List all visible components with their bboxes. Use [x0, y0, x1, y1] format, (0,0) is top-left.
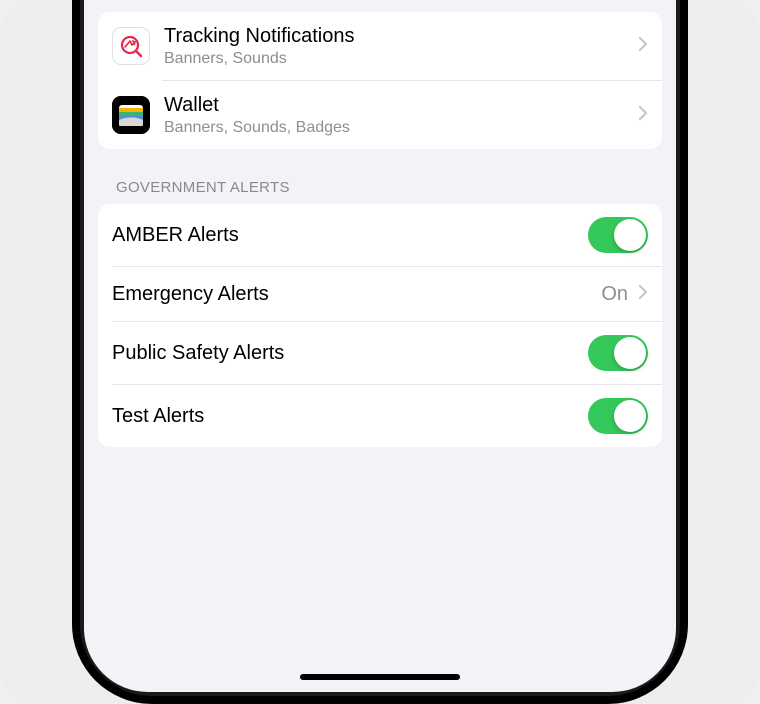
phone-screen: Tracking Notifications Banners, Sounds [84, 0, 676, 692]
public-safety-alerts-toggle[interactable] [588, 335, 648, 371]
settings-content: Tracking Notifications Banners, Sounds [84, 12, 676, 692]
emergency-alerts-label: Emergency Alerts [112, 283, 591, 306]
chevron-right-icon [638, 36, 648, 57]
test-alerts-label: Test Alerts [112, 405, 578, 428]
government-alerts-group: AMBER Alerts Emergency Alerts On [98, 204, 662, 447]
test-alerts-toggle[interactable] [588, 398, 648, 434]
wallet-icon [112, 96, 150, 134]
notification-apps-group: Tracking Notifications Banners, Sounds [98, 12, 662, 149]
test-alerts-row: Test Alerts [98, 385, 662, 447]
phone-frame: Tracking Notifications Banners, Sounds [72, 0, 688, 704]
wallet-title: Wallet [164, 93, 624, 117]
emergency-alerts-row[interactable]: Emergency Alerts On [98, 267, 662, 321]
emergency-alerts-value: On [601, 283, 628, 306]
public-safety-alerts-label: Public Safety Alerts [112, 342, 578, 365]
wallet-subtitle: Banners, Sounds, Badges [164, 118, 624, 137]
tracking-notifications-icon [112, 27, 150, 65]
tracking-notifications-title: Tracking Notifications [164, 24, 624, 48]
tracking-notifications-subtitle: Banners, Sounds [164, 49, 624, 68]
chevron-right-icon [638, 284, 648, 305]
phone-bezel: Tracking Notifications Banners, Sounds [80, 0, 680, 696]
government-alerts-header: GOVERNMENT ALERTS [98, 149, 662, 204]
home-indicator[interactable] [300, 674, 460, 680]
public-safety-alerts-row: Public Safety Alerts [98, 322, 662, 384]
amber-alerts-row: AMBER Alerts [98, 204, 662, 266]
chevron-right-icon [638, 105, 648, 126]
amber-alerts-toggle[interactable] [588, 217, 648, 253]
tracking-notifications-row[interactable]: Tracking Notifications Banners, Sounds [98, 12, 662, 80]
wallet-text: Wallet Banners, Sounds, Badges [164, 93, 624, 137]
wallet-row[interactable]: Wallet Banners, Sounds, Badges [98, 81, 662, 149]
tracking-notifications-text: Tracking Notifications Banners, Sounds [164, 24, 624, 68]
amber-alerts-label: AMBER Alerts [112, 224, 578, 247]
